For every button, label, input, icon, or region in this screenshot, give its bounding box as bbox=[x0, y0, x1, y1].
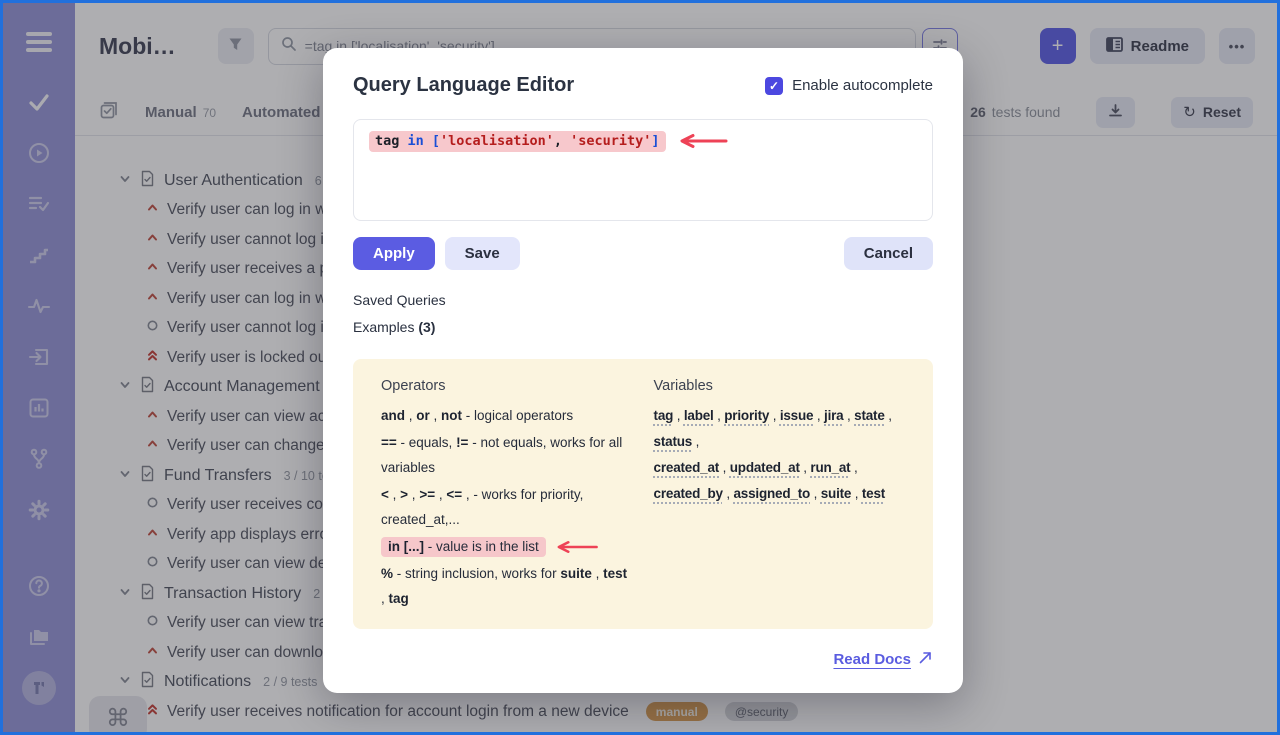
operator-entry: % - string inclusion, works for suite , … bbox=[381, 561, 628, 611]
modal-title: Query Language Editor bbox=[353, 74, 574, 97]
save-button[interactable]: Save bbox=[445, 237, 520, 270]
variables-column: Variables tag , label , priority , issue… bbox=[654, 378, 905, 613]
annotation-arrow-icon bbox=[552, 539, 600, 555]
autocomplete-checkbox[interactable]: ✓ bbox=[765, 77, 783, 95]
app-window: Mobi… + Readme ••• M bbox=[0, 0, 1280, 735]
operator-entry: and , or , not - logical operators bbox=[381, 403, 628, 428]
external-link-icon bbox=[918, 650, 933, 669]
operators-title: Operators bbox=[381, 378, 628, 394]
query-editor[interactable]: tag in ['localisation', 'security'] bbox=[353, 119, 933, 221]
operator-entry: == - equals, != - not equals, works for … bbox=[381, 430, 628, 480]
operator-entry: < , > , >= , <= , - works for priority, … bbox=[381, 482, 628, 532]
operators-column: Operators and , or , not - logical opera… bbox=[381, 378, 628, 613]
read-docs-link[interactable]: Read Docs bbox=[833, 650, 933, 669]
variables-line: status , bbox=[654, 429, 905, 454]
variables-line: created_at , updated_at , run_at , bbox=[654, 455, 905, 480]
examples-section[interactable]: Examples (3) bbox=[353, 319, 933, 335]
autocomplete-label: Enable autocomplete bbox=[792, 77, 933, 94]
variables-line: created_by , assigned_to , suite , test bbox=[654, 481, 905, 506]
variables-title: Variables bbox=[654, 378, 905, 394]
cancel-button[interactable]: Cancel bbox=[844, 237, 933, 270]
query-help-panel: Operators and , or , not - logical opera… bbox=[353, 359, 933, 629]
enable-autocomplete-toggle[interactable]: ✓ Enable autocomplete bbox=[765, 77, 933, 95]
variables-line: tag , label , priority , issue , jira , … bbox=[654, 403, 905, 428]
operator-entry: in [...] - value is in the list bbox=[381, 534, 628, 559]
query-language-editor-modal: Query Language Editor ✓ Enable autocompl… bbox=[323, 48, 963, 693]
saved-queries-section[interactable]: Saved Queries bbox=[353, 292, 933, 308]
apply-button[interactable]: Apply bbox=[353, 237, 435, 270]
annotation-arrow-icon bbox=[674, 133, 730, 149]
query-code: tag in ['localisation', 'security'] bbox=[369, 131, 666, 152]
